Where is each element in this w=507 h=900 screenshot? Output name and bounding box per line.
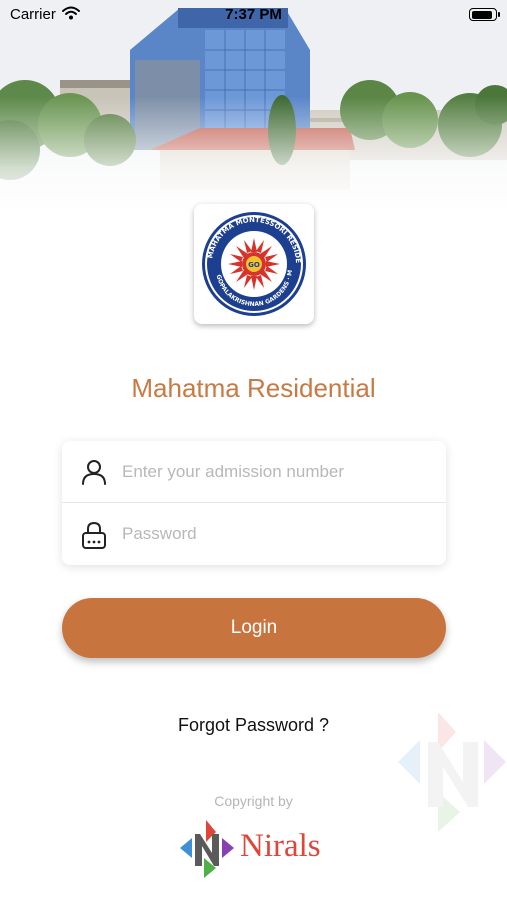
admission-number-input[interactable]: [122, 454, 432, 490]
nirals-logo: Nirals: [178, 818, 338, 880]
status-time: 7:37 PM: [225, 6, 282, 23]
school-title: Mahatma Residential: [131, 373, 376, 403]
brand-watermark-icon: [398, 712, 506, 837]
brand-name: Nirals: [240, 828, 321, 864]
admission-number-field: [62, 441, 446, 503]
login-form: [62, 441, 446, 565]
copyright-label: Copyright by: [214, 793, 293, 809]
status-bar: Carrier 7:37 PM: [0, 0, 507, 30]
school-logo: MAHATMA MONTESSORI RESIDENTIAL SCHOOL GO…: [194, 204, 314, 324]
password-input[interactable]: [122, 516, 432, 552]
password-field: [62, 503, 446, 565]
campus-header-image: [0, 0, 507, 215]
lock-icon: [80, 520, 108, 555]
login-button[interactable]: Login: [62, 598, 446, 658]
user-icon: [80, 458, 108, 491]
logo-center-text: GO: [248, 261, 260, 269]
battery-level-fill: [471, 10, 492, 19]
battery-icon: [469, 8, 500, 21]
